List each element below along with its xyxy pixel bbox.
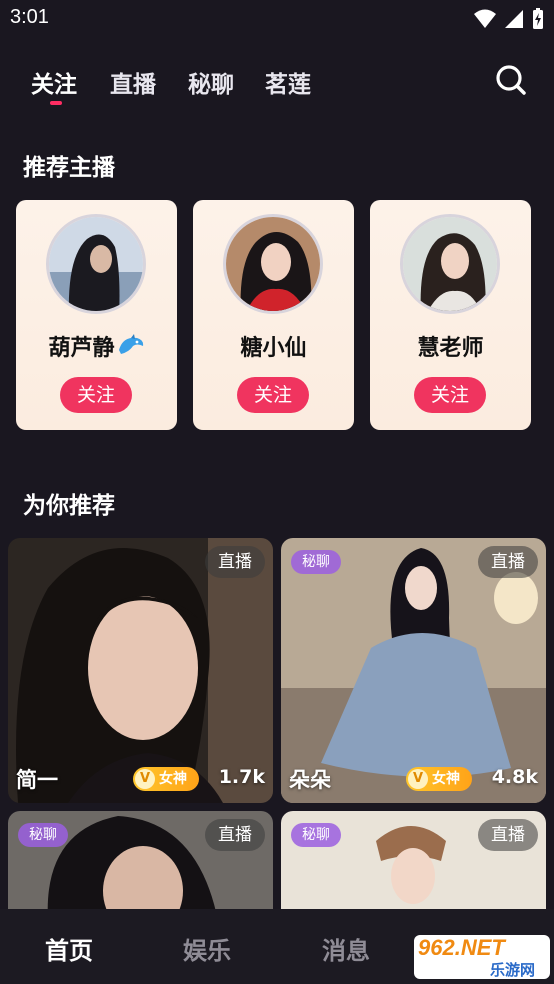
view-count: 4.8k — [491, 766, 538, 788]
nav-home[interactable]: 首页 — [45, 931, 93, 966]
watermark-bottom: 乐游网 — [490, 961, 536, 979]
stream-card[interactable]: 秘聊 直播 — [8, 811, 273, 921]
follow-button[interactable]: 关注 — [237, 377, 309, 413]
stream-card[interactable]: 直播 简一 V 女神 1.7k — [8, 538, 273, 803]
goddess-label: 女神 — [159, 771, 187, 787]
tab-secret-chat[interactable]: 秘聊 — [188, 65, 234, 99]
secret-chat-badge: 秘聊 — [291, 823, 341, 847]
dolphin-icon — [117, 334, 145, 364]
status-icons — [474, 8, 544, 34]
secret-chat-badge: 秘聊 — [291, 550, 341, 574]
avatar — [223, 214, 323, 314]
anchor-name: 葫芦静 — [16, 330, 177, 364]
watermark-logo: 962.NET 乐游网 — [414, 935, 550, 979]
anchor-card[interactable]: 糖小仙 关注 — [193, 200, 354, 430]
live-badge: 直播 — [205, 819, 265, 851]
live-badge: 直播 — [478, 819, 538, 851]
status-bar: 3:01 — [0, 0, 554, 38]
wifi-icon — [474, 9, 496, 33]
anchor-name: 糖小仙 — [240, 336, 307, 361]
goddess-v-icon: V — [408, 769, 428, 789]
streamer-name: 朵朵 — [289, 768, 331, 792]
follow-button[interactable]: 关注 — [414, 377, 486, 413]
search-button[interactable] — [494, 63, 528, 97]
watermark-top: 962.NET — [418, 935, 505, 960]
section-title-recommended-anchors: 推荐主播 — [23, 155, 115, 181]
live-badge: 直播 — [478, 546, 538, 578]
nav-messages[interactable]: 消息 — [322, 931, 370, 966]
status-time: 3:01 — [10, 6, 49, 28]
top-tabs: 关注 直播 秘聊 茗莲 — [0, 60, 554, 110]
goddess-label: 女神 — [432, 771, 460, 787]
battery-icon — [532, 8, 544, 34]
anchor-card[interactable]: 葫芦静 关注 — [16, 200, 177, 430]
live-badge: 直播 — [205, 546, 265, 578]
secret-chat-badge: 秘聊 — [18, 823, 68, 847]
anchor-name: 慧老师 — [417, 336, 484, 361]
tab-follow[interactable]: 关注 — [31, 65, 77, 99]
avatar — [400, 214, 500, 314]
stream-card[interactable]: 秘聊 直播 朵朵 V 女神 4.8k — [281, 538, 546, 803]
signal-icon — [504, 9, 524, 33]
goddess-badge: V 女神 — [406, 767, 472, 791]
section-title-for-you: 为你推荐 — [23, 493, 115, 519]
search-icon — [494, 65, 528, 101]
anchor-name-text: 葫芦静 — [48, 336, 115, 361]
tab-live[interactable]: 直播 — [110, 65, 156, 99]
streamer-name: 简一 — [16, 768, 58, 792]
view-count: 1.7k — [218, 766, 265, 788]
follow-button[interactable]: 关注 — [60, 377, 132, 413]
nav-entertainment[interactable]: 娱乐 — [183, 931, 231, 966]
tab-minglian[interactable]: 茗莲 — [265, 65, 311, 99]
goddess-badge: V 女神 — [133, 767, 199, 791]
tab-indicator — [50, 101, 62, 105]
anchor-card[interactable]: 慧老师 关注 — [370, 200, 531, 430]
stream-card[interactable]: 秘聊 直播 — [281, 811, 546, 921]
avatar — [46, 214, 146, 314]
goddess-v-icon: V — [135, 769, 155, 789]
